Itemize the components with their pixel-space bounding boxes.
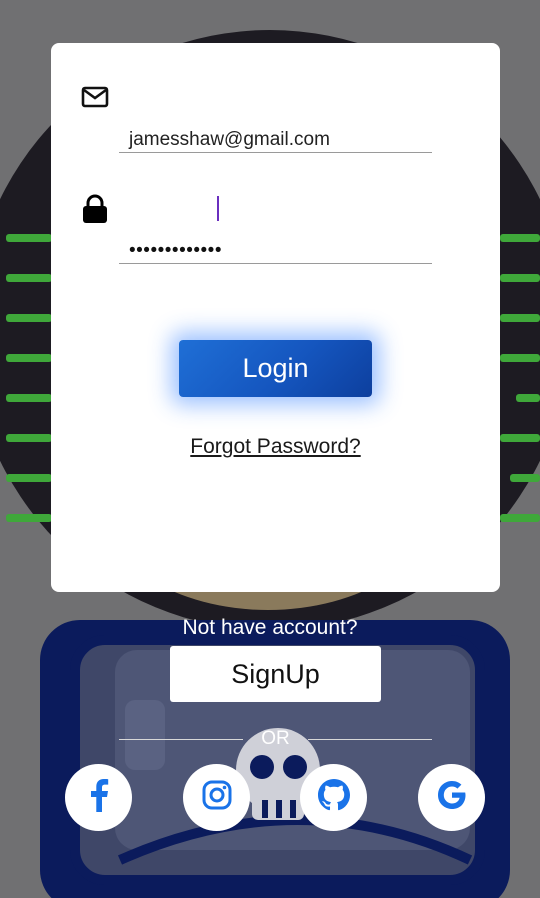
instagram-icon	[202, 780, 232, 815]
signup-button[interactable]: SignUp	[170, 646, 381, 702]
login-button[interactable]: Login	[179, 340, 372, 397]
lock-icon	[82, 194, 108, 229]
forgot-password-link[interactable]: Forgot Password?	[51, 435, 500, 459]
mail-icon	[81, 85, 109, 114]
login-card: jamesshaw@gmail.com ••••••••••••• Login …	[51, 43, 500, 592]
email-field[interactable]: jamesshaw@gmail.com	[129, 129, 330, 151]
github-login-button[interactable]	[300, 764, 367, 831]
login-screen: jamesshaw@gmail.com ••••••••••••• Login …	[0, 0, 540, 898]
or-label: OR	[261, 728, 290, 749]
instagram-login-button[interactable]	[183, 764, 250, 831]
no-account-text: Not have account?	[182, 616, 358, 639]
or-divider-right	[308, 739, 432, 740]
github-icon	[317, 779, 350, 816]
password-underline	[119, 263, 432, 264]
google-icon	[436, 779, 468, 816]
facebook-login-button[interactable]	[65, 764, 132, 831]
or-divider-left	[119, 739, 243, 740]
facebook-icon	[88, 778, 110, 817]
email-underline	[119, 152, 432, 153]
google-login-button[interactable]	[418, 764, 485, 831]
password-field[interactable]: •••••••••••••	[129, 240, 222, 262]
text-cursor	[217, 196, 219, 221]
